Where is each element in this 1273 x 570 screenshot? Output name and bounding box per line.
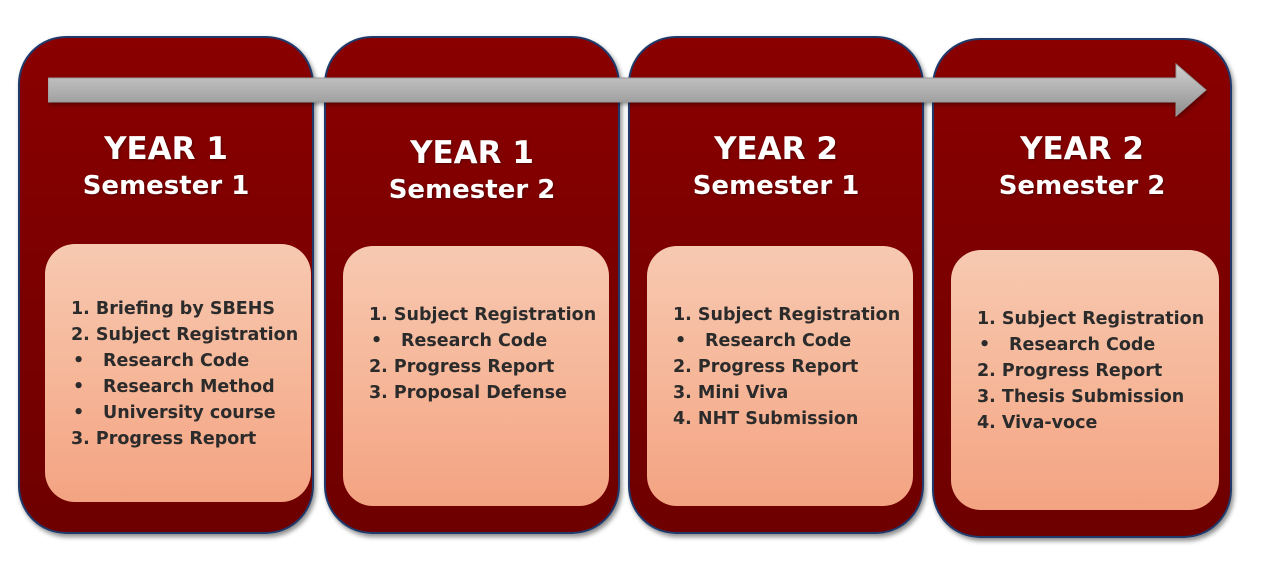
list-item: 2. Progress Report — [977, 361, 1163, 381]
task-list-box: 1. Subject Registration • Research Code 2… — [951, 250, 1219, 510]
list-item: 3. Thesis Submission — [977, 387, 1185, 407]
semester-label: Semester 2 — [388, 175, 556, 205]
list-item: 4. NHT Submission — [673, 409, 859, 429]
panel-heading: YEAR 1 Semester 1 — [20, 130, 312, 204]
list-item: • University course — [73, 403, 276, 423]
panel-heading: YEAR 1 Semester 2 — [326, 134, 618, 208]
list-item: • Research Code — [73, 351, 250, 371]
semester-label: Semester 1 — [692, 171, 860, 201]
list-item: • Research Code — [371, 331, 548, 351]
panel-heading: YEAR 2 Semester 2 — [934, 130, 1230, 204]
timeline-arrow-icon — [48, 62, 1207, 118]
list-item: 1. Subject Registration — [977, 309, 1205, 329]
list-item: 1. Subject Registration — [369, 305, 597, 325]
year-label: YEAR 1 — [104, 131, 228, 167]
list-item: 1. Subject Registration — [673, 305, 901, 325]
list-item: 1. Briefing by SBEHS — [71, 299, 275, 319]
list-item: 3. Progress Report — [71, 429, 257, 449]
list-item: 2. Progress Report — [369, 357, 555, 377]
task-list-box: 1. Briefing by SBEHS 2. Subject Registra… — [45, 244, 311, 502]
panel-heading: YEAR 2 Semester 1 — [630, 130, 922, 204]
semester-label: Semester 2 — [998, 171, 1166, 201]
task-list-box: 1. Subject Registration • Research Code 2… — [343, 246, 609, 506]
list-item: 2. Subject Registration — [71, 325, 299, 345]
year-label: YEAR 2 — [714, 131, 838, 167]
year-label: YEAR 2 — [1020, 131, 1144, 167]
task-list-box: 1. Subject Registration • Research Code 2… — [647, 246, 913, 506]
list-item: 3. Mini Viva — [673, 383, 789, 403]
list-item: • Research Code — [675, 331, 852, 351]
list-item: 2. Progress Report — [673, 357, 859, 377]
list-item: • Research Method — [73, 377, 275, 397]
list-item: 4. Viva-voce — [977, 413, 1098, 433]
semester-label: Semester 1 — [82, 171, 250, 201]
year-label: YEAR 1 — [410, 135, 534, 171]
list-item: • Research Code — [979, 335, 1156, 355]
list-item: 3. Proposal Defense — [369, 383, 567, 403]
